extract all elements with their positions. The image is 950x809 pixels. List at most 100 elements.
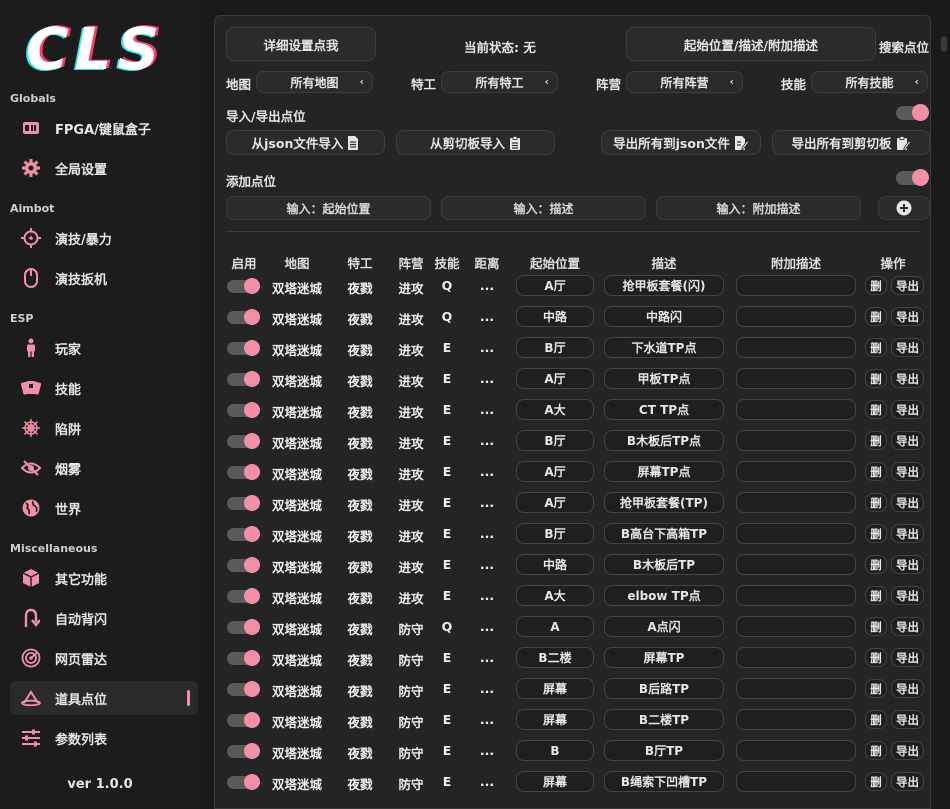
enable-toggle[interactable] (227, 619, 260, 635)
agent-filter-select[interactable]: 所有特工 ‹ (441, 71, 558, 93)
extra-description-field[interactable] (736, 461, 856, 482)
delete-button[interactable]: 删 (865, 369, 887, 388)
enable-toggle[interactable] (227, 712, 260, 728)
delete-button[interactable]: 删 (865, 586, 887, 605)
export-row-button[interactable]: 导出 (891, 524, 924, 543)
enable-toggle[interactable] (227, 464, 260, 480)
description-field[interactable]: 抢甲板套餐(TP) (604, 492, 724, 513)
extra-description-field[interactable] (736, 647, 856, 668)
description-field[interactable]: 甲板TP点 (604, 368, 724, 389)
detail-settings-button[interactable]: 详细设置点我 (226, 27, 376, 61)
start-position-input[interactable]: 输入：起始位置 (226, 196, 431, 220)
enable-toggle[interactable] (227, 309, 260, 325)
sidebar-item-world[interactable]: 世界 (10, 491, 198, 525)
description-field[interactable]: 屏幕TP (604, 647, 724, 668)
description-field[interactable]: B二楼TP (604, 709, 724, 730)
delete-button[interactable]: 删 (865, 741, 887, 760)
start-position-field[interactable]: 中路 (516, 554, 594, 575)
description-field[interactable]: B绳索下凹槽TP (604, 771, 724, 792)
export-row-button[interactable]: 导出 (891, 710, 924, 729)
sidebar-item-trap[interactable]: 陷阱 (10, 411, 198, 445)
enable-toggle[interactable] (227, 433, 260, 449)
sidebar-item-trigger[interactable]: 演技扳机 (10, 261, 198, 295)
start-position-field[interactable]: A厅 (516, 492, 594, 513)
delete-button[interactable]: 删 (865, 276, 887, 295)
export-row-button[interactable]: 导出 (891, 431, 924, 450)
enable-toggle[interactable] (227, 557, 260, 573)
start-position-field[interactable]: A (516, 616, 594, 637)
import-json-button[interactable]: 从json文件导入 (226, 130, 385, 155)
extra-description-field[interactable] (736, 337, 856, 358)
delete-button[interactable]: 删 (865, 462, 887, 481)
enable-toggle[interactable] (227, 495, 260, 511)
start-position-field[interactable]: 屏幕 (516, 678, 594, 699)
sidebar-item-params[interactable]: 参数列表 (10, 721, 198, 755)
extra-description-field[interactable] (736, 399, 856, 420)
map-filter-select[interactable]: 所有地图 ‹ (256, 71, 373, 93)
sidebar-item-smoke[interactable]: 烟雾 (10, 451, 198, 485)
description-field[interactable]: B后路TP (604, 678, 724, 699)
scrollbar-thumb[interactable] (941, 36, 947, 52)
export-row-button[interactable]: 导出 (891, 493, 924, 512)
start-position-field[interactable]: 屏幕 (516, 709, 594, 730)
start-position-field[interactable]: A大 (516, 585, 594, 606)
enable-toggle[interactable] (227, 371, 260, 387)
extra-description-field[interactable] (736, 523, 856, 544)
start-position-field[interactable]: 中路 (516, 306, 594, 327)
export-row-button[interactable]: 导出 (891, 307, 924, 326)
description-field[interactable]: 下水道TP点 (604, 337, 724, 358)
extra-description-field[interactable] (736, 554, 856, 575)
description-field[interactable]: B高台下高箱TP (604, 523, 724, 544)
delete-button[interactable]: 删 (865, 648, 887, 667)
extra-description-field[interactable] (736, 306, 856, 327)
search-input[interactable]: 起始位置/描述/附加描述 (626, 27, 876, 61)
sidebar-item-global-settings[interactable]: 全局设置 (10, 151, 198, 185)
sidebar-item-web-radar[interactable]: 网页雷达 (10, 641, 198, 675)
skill-filter-select[interactable]: 所有技能 ‹ (811, 71, 928, 93)
delete-button[interactable]: 删 (865, 710, 887, 729)
export-clipboard-button[interactable]: 导出所有到剪切板 (772, 130, 930, 155)
export-row-button[interactable]: 导出 (891, 555, 924, 574)
side-filter-select[interactable]: 所有阵营 ‹ (626, 71, 743, 93)
start-position-field[interactable]: B厅 (516, 430, 594, 451)
enable-toggle[interactable] (227, 774, 260, 790)
start-position-field[interactable]: B厅 (516, 337, 594, 358)
description-field[interactable]: 屏幕TP点 (604, 461, 724, 482)
export-row-button[interactable]: 导出 (891, 741, 924, 760)
export-row-button[interactable]: 导出 (891, 400, 924, 419)
enable-toggle[interactable] (227, 340, 260, 356)
start-position-field[interactable]: B二楼 (516, 647, 594, 668)
start-position-field[interactable]: 屏幕 (516, 771, 594, 792)
extra-description-field[interactable] (736, 585, 856, 606)
export-row-button[interactable]: 导出 (891, 772, 924, 791)
extra-description-field[interactable] (736, 430, 856, 451)
extra-description-field[interactable] (736, 616, 856, 637)
extra-description-field[interactable] (736, 709, 856, 730)
description-field[interactable]: A点闪 (604, 616, 724, 637)
sidebar-item-utility-points[interactable]: 道具点位 (10, 681, 198, 715)
extra-description-field[interactable] (736, 368, 856, 389)
delete-button[interactable]: 删 (865, 493, 887, 512)
sidebar-item-aimbot[interactable]: 演技/暴力 (10, 221, 198, 255)
description-field[interactable]: B木板后TP (604, 554, 724, 575)
description-input[interactable]: 输入：描述 (441, 196, 646, 220)
enable-toggle[interactable] (227, 526, 260, 542)
export-row-button[interactable]: 导出 (891, 617, 924, 636)
description-field[interactable]: elbow TP点 (604, 585, 724, 606)
description-field[interactable]: 抢甲板套餐(闪) (604, 275, 724, 296)
export-row-button[interactable]: 导出 (891, 369, 924, 388)
export-row-button[interactable]: 导出 (891, 648, 924, 667)
delete-button[interactable]: 删 (865, 679, 887, 698)
description-field[interactable]: 中路闪 (604, 306, 724, 327)
description-field[interactable]: B木板后TP点 (604, 430, 724, 451)
import-export-toggle[interactable] (896, 104, 929, 121)
enable-toggle[interactable] (227, 588, 260, 604)
export-row-button[interactable]: 导出 (891, 276, 924, 295)
start-position-field[interactable]: A大 (516, 399, 594, 420)
sidebar-item-fpga[interactable]: FPGA/键鼠盒子 (10, 111, 198, 145)
enable-toggle[interactable] (227, 402, 260, 418)
description-field[interactable]: CT TP点 (604, 399, 724, 420)
enable-toggle[interactable] (227, 681, 260, 697)
extra-description-input[interactable]: 输入：附加描述 (656, 196, 861, 220)
extra-description-field[interactable] (736, 492, 856, 513)
